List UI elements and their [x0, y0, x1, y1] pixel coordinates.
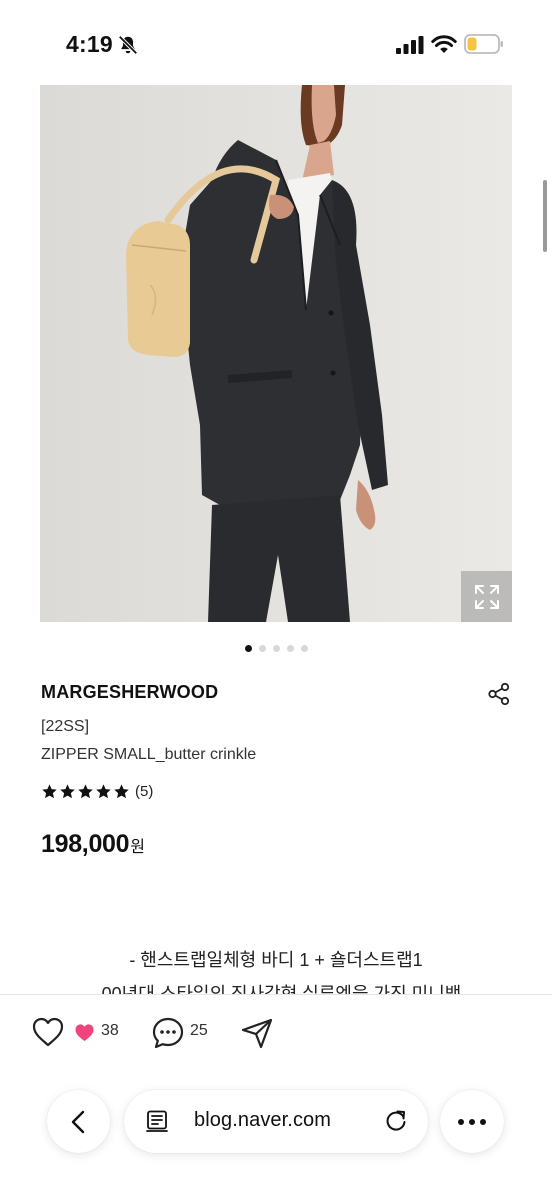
status-time: 4:19	[66, 31, 113, 57]
more-button[interactable]	[440, 1090, 504, 1153]
carousel-dot[interactable]	[286, 645, 294, 652]
description-line: - 핸스트랩일체형 바디 1 + 숄더스트랩1	[129, 950, 423, 970]
product-image[interactable]	[40, 85, 512, 622]
battery-icon	[464, 34, 503, 54]
product-season: [22SS]	[41, 718, 90, 735]
carousel-dot[interactable]	[272, 645, 280, 652]
status-bar: 4:19	[0, 0, 552, 88]
expand-button[interactable]	[461, 571, 512, 622]
more-dots-icon	[458, 1118, 486, 1125]
comment-icon[interactable]	[151, 1016, 185, 1050]
comment-count: 25	[190, 1022, 208, 1039]
star-icon	[42, 784, 57, 799]
back-button[interactable]	[47, 1090, 110, 1153]
product-price: 198,000 원	[41, 830, 145, 859]
url-text: blog.naver.com	[194, 1109, 332, 1131]
reload-icon[interactable]	[383, 1108, 409, 1134]
star-icon	[96, 784, 111, 799]
price-unit: 원	[130, 839, 146, 856]
reader-mode-icon[interactable]	[145, 1109, 169, 1133]
bell-slash-icon	[118, 35, 138, 55]
rating-stars	[41, 783, 130, 800]
product-photo	[40, 85, 512, 622]
cellular-signal-icon	[396, 36, 424, 54]
carousel-dot[interactable]	[258, 645, 266, 652]
heart-outline-icon[interactable]	[31, 1016, 65, 1048]
expand-icon	[474, 584, 499, 609]
scrollbar-thumb[interactable]	[543, 180, 547, 252]
product-rating[interactable]: (5)	[41, 783, 153, 800]
carousel-dot[interactable]	[300, 645, 308, 652]
star-icon	[114, 784, 129, 799]
heart-filled-icon	[75, 1024, 94, 1042]
description-line: - 00년대 스타일의 직사각형 실루엣을 가진 미니백	[90, 984, 462, 994]
share-icon[interactable]	[486, 681, 512, 707]
product-name: ZIPPER SMALL_butter crinkle	[41, 746, 257, 763]
like-count: 38	[101, 1022, 119, 1039]
price-value: 198,000	[41, 830, 130, 858]
carousel-indicator	[0, 645, 552, 652]
wifi-icon	[431, 35, 457, 53]
star-icon	[60, 784, 75, 799]
rating-count: (5)	[135, 783, 154, 800]
address-bar[interactable]: blog.naver.com	[124, 1090, 428, 1153]
chevron-left-icon	[71, 1110, 84, 1133]
carousel-dot[interactable]	[244, 645, 252, 652]
star-icon	[78, 784, 93, 799]
send-icon[interactable]	[240, 1017, 274, 1049]
brand-name[interactable]: MARGESHERWOOD	[41, 682, 218, 703]
